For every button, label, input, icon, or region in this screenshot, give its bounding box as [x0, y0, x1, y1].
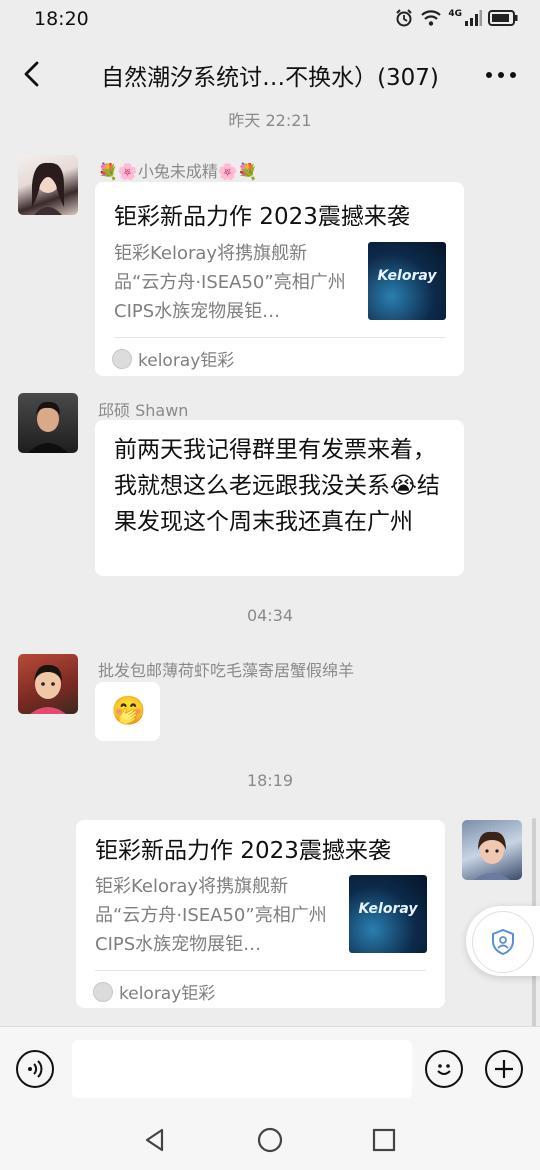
card-source-label: keloray钜彩: [138, 351, 235, 371]
avatar[interactable]: [18, 155, 78, 215]
nav-recent-button[interactable]: [372, 1128, 396, 1156]
timestamp: 18:19: [246, 771, 294, 790]
alarm-icon: [396, 9, 413, 27]
network-label: 4G: [448, 9, 462, 19]
link-card[interactable]: 钜彩新品力作 2023震撼来袭 钜彩Keloray将携旗舰新品“云方舟·ISEA…: [95, 182, 464, 376]
card-title: 钜彩新品力作 2023震撼来袭: [114, 204, 410, 230]
avatar[interactable]: [18, 654, 78, 714]
link-card[interactable]: 钜彩新品力作 2023震撼来袭 钜彩Keloray将携旗舰新品“云方舟·ISEA…: [76, 820, 445, 1008]
card-description: 钜彩Keloray将携旗舰新品“云方舟·ISEA50”亮相广州CIPS水族宠物展…: [95, 876, 327, 955]
status-time: 18:20: [34, 8, 89, 30]
message-text: 前两天我记得群里有发票来着，我就想这么老远跟我没关系😭结果发现这个周末我还真在广…: [114, 437, 440, 535]
back-button[interactable]: [16, 56, 52, 92]
card-divider: [95, 970, 426, 971]
back-icon: [24, 61, 39, 87]
more-button[interactable]: [484, 58, 518, 92]
card-title: 钜彩新品力作 2023震撼来袭: [95, 838, 391, 864]
nav-back-icon: [145, 1128, 164, 1152]
signal-icon: [465, 10, 482, 26]
timestamp: 04:34: [246, 606, 294, 625]
add-button[interactable]: [485, 1050, 523, 1088]
emoji-bubble[interactable]: 🤭: [95, 682, 160, 741]
emoji-button[interactable]: [425, 1050, 463, 1088]
shield-icon: [492, 928, 514, 956]
self-avatar[interactable]: [462, 820, 522, 880]
sender-name: 邱硕 Shawn: [98, 401, 189, 420]
card-description: 钜彩Keloray将携旗舰新品“云方舟·ISEA50”亮相广州CIPS水族宠物展…: [114, 243, 346, 322]
wifi-icon: [421, 10, 442, 26]
card-thumbnail: Keloray: [368, 242, 446, 320]
timestamp: 昨天 22:21: [228, 111, 312, 130]
card-source-label: keloray钜彩: [119, 984, 216, 1004]
status-icons: 4G: [394, 8, 518, 28]
sender-name: 💐🌸小兔未成精🌸💐: [98, 162, 258, 181]
nav-back-button[interactable]: [142, 1127, 168, 1157]
battery-icon: [488, 10, 518, 26]
sender-name: 批发包邮薄荷虾吃毛藻寄居蟹假绵羊: [98, 661, 355, 680]
avatar[interactable]: [18, 393, 78, 453]
floating-security-button[interactable]: [466, 906, 540, 976]
card-source: keloray钜彩: [112, 346, 234, 371]
message-input[interactable]: [72, 1040, 412, 1098]
add-icon: [495, 1060, 513, 1078]
thumbnail-brand: Keloray: [358, 901, 418, 917]
emoji-content: 🤭: [111, 694, 146, 727]
emoji-icon: [437, 1064, 451, 1075]
more-icon: [486, 72, 516, 78]
voice-icon: [28, 1060, 43, 1078]
card-thumbnail: Keloray: [349, 875, 427, 953]
nav-recent-icon: [372, 1128, 396, 1152]
nav-home-button[interactable]: [257, 1127, 283, 1157]
chat-title: 自然潮汐系统讨…不换水）(307): [101, 65, 439, 91]
source-icon: [112, 348, 132, 369]
thumbnail-brand: Keloray: [377, 268, 437, 284]
voice-button[interactable]: [16, 1050, 54, 1088]
card-divider: [114, 337, 445, 338]
source-icon: [93, 981, 113, 1002]
card-source: keloray钜彩: [93, 979, 215, 1004]
text-bubble[interactable]: 前两天我记得群里有发票来着，我就想这么老远跟我没关系😭结果发现这个周末我还真在广…: [95, 420, 464, 576]
nav-home-icon: [257, 1127, 283, 1153]
